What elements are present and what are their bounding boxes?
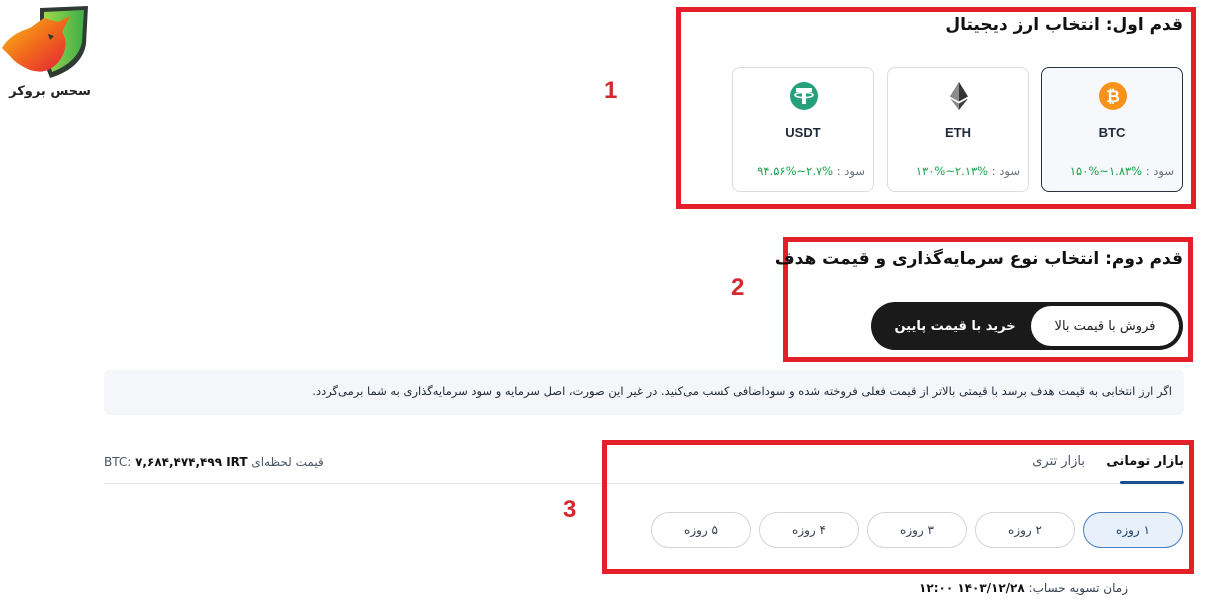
investment-type-toggle: خرید با قیمت پایین فروش با قیمت بالا — [871, 302, 1183, 350]
live-price-value: ۷,۶۸۴,۴۷۴,۴۹۹ IRT — [135, 455, 248, 469]
duration-2-day[interactable]: ۲ روزه — [975, 512, 1075, 548]
coin-card-eth[interactable]: ETH سود : %۲.۱۳~%۱۳۰ — [887, 67, 1029, 192]
duration-4-day[interactable]: ۴ روزه — [759, 512, 859, 548]
active-tab-indicator — [1120, 481, 1184, 484]
coin-profit: سود : %۲.۷~%۹۴.۵۶ — [757, 164, 865, 178]
step1-title: قدم اول: انتخاب ارز دیجیتال — [945, 15, 1183, 35]
annotation-number-2: 2 — [731, 274, 745, 301]
tab-toman-market[interactable]: بازار تومانی — [1106, 454, 1184, 469]
info-text: اگر ارز انتخابی به قیمت هدف برسد با قیمت… — [312, 384, 1172, 398]
brand-logo: سحس بروکر — [0, 4, 100, 99]
profit-label: سود : — [1145, 164, 1174, 178]
live-price: قیمت لحظه‌ای BTC: ۷,۶۸۴,۴۷۴,۴۹۹ IRT — [104, 455, 324, 469]
step2-title: قدم دوم: انتخاب نوع سرمایه‌گذاری و قیمت … — [774, 249, 1183, 269]
bull-logo-icon — [2, 6, 88, 78]
coin-profit: سود : %۲.۱۳~%۱۳۰ — [916, 164, 1020, 178]
profit-value: %۲.۷~%۹۴.۵۶ — [757, 164, 834, 178]
profit-label: سود : — [991, 164, 1020, 178]
duration-1-day[interactable]: ۱ روزه — [1083, 512, 1183, 548]
coin-symbol: BTC — [1098, 125, 1126, 140]
profit-value: %۲.۱۳~%۱۳۰ — [915, 164, 989, 178]
annotation-number-3: 3 — [563, 496, 577, 523]
tab-tether-market[interactable]: بازار تتری — [1032, 454, 1085, 469]
duration-3-day[interactable]: ۳ روزه — [867, 512, 967, 548]
ethereum-icon — [950, 82, 968, 110]
annotation-box-3 — [602, 440, 1194, 574]
brand-name: سحس بروکر — [9, 84, 91, 99]
coin-symbol: ETH — [945, 125, 971, 140]
sell-high-option[interactable]: فروش با قیمت بالا — [1031, 306, 1179, 346]
profit-label: سود : — [836, 164, 865, 178]
info-box: اگر ارز انتخابی به قیمت هدف برسد با قیمت… — [104, 370, 1184, 415]
settlement-label: زمان تسویه حساب: — [1028, 581, 1128, 595]
settlement-time: زمان تسویه حساب: ۱۴۰۳/۱۲/۲۸ ۱۲:۰۰ — [919, 581, 1128, 595]
bitcoin-icon: ₿ — [1099, 82, 1127, 110]
coin-symbol: USDT — [785, 125, 821, 140]
coin-card-btc[interactable]: ₿ BTC سود : %۱.۸۳~%۱۵۰ — [1041, 67, 1183, 192]
svg-text:₿: ₿ — [1106, 87, 1120, 107]
coin-profit: سود : %۱.۸۳~%۱۵۰ — [1070, 164, 1174, 178]
tether-icon — [790, 82, 818, 110]
buy-low-option[interactable]: خرید با قیمت پایین — [881, 306, 1029, 346]
duration-5-day[interactable]: ۵ روزه — [651, 512, 751, 548]
profit-value: %۱.۸۳~%۱۵۰ — [1069, 164, 1143, 178]
annotation-number-1: 1 — [604, 77, 618, 104]
settlement-value: ۱۴۰۳/۱۲/۲۸ ۱۲:۰۰ — [919, 581, 1025, 595]
coin-card-usdt[interactable]: USDT سود : %۲.۷~%۹۴.۵۶ — [732, 67, 874, 192]
